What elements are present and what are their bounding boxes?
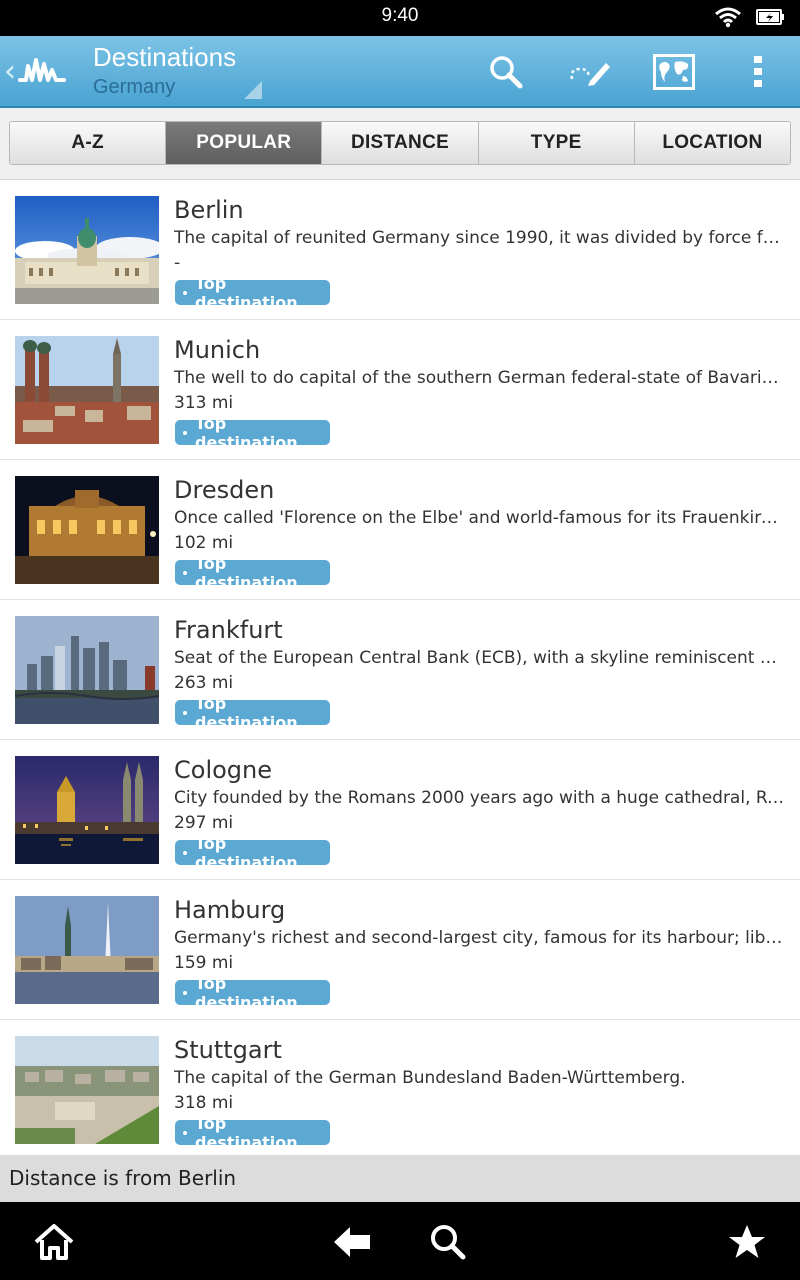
destination-name: Berlin (174, 196, 244, 224)
destination-name: Cologne (174, 756, 273, 784)
destination-name: Hamburg (174, 896, 286, 924)
status-icons (714, 6, 786, 32)
top-destination-badge: Top destination (175, 694, 330, 732)
action-bar: ‹ Destinations Germany (0, 36, 800, 108)
munich-photo (15, 336, 159, 444)
battery-charging-icon (756, 8, 786, 30)
destination-name: Stuttgart (174, 1036, 282, 1064)
top-destination-badge: Top destination (175, 974, 330, 1012)
destination-distance: 159 mi (174, 953, 234, 973)
up-navigation[interactable]: ‹ (4, 48, 74, 96)
destination-list: Berlin The capital of reunited Germany s… (0, 180, 800, 1155)
tab-distance[interactable]: DISTANCE (322, 122, 479, 164)
status-time: 9:40 (381, 5, 419, 26)
dresden-photo (15, 476, 159, 584)
tab-location[interactable]: LOCATION (634, 122, 790, 164)
spinner-indicator-icon (244, 81, 262, 99)
overflow-menu-icon[interactable] (736, 50, 780, 94)
list-item[interactable]: Stuttgart The capital of the German Bund… (0, 1020, 800, 1155)
tab-a-z[interactable]: A-Z (10, 122, 167, 164)
frankfurt-photo (15, 616, 159, 724)
back-arrow-icon[interactable] (330, 1220, 374, 1264)
destination-name: Frankfurt (174, 616, 283, 644)
search-icon[interactable] (484, 50, 528, 94)
list-item[interactable]: Dresden Once called 'Florence on the Elb… (0, 460, 800, 600)
destination-description: The capital of the German Bundesland Bad… (174, 1068, 686, 1088)
search-icon[interactable] (426, 1220, 470, 1264)
stuttgart-photo (15, 1036, 159, 1144)
destination-distance: 318 mi (174, 1093, 234, 1113)
wifi-icon (714, 6, 742, 32)
hamburg-photo (15, 896, 159, 1004)
top-destination-badge: Top destination (175, 274, 330, 312)
top-destination-badge: Top destination (175, 554, 330, 592)
berlin-photo (15, 196, 159, 304)
cologne-photo (15, 756, 159, 864)
home-icon[interactable] (32, 1220, 76, 1264)
destination-description: The capital of reunited Germany since 19… (174, 228, 786, 248)
list-item[interactable]: Berlin The capital of reunited Germany s… (0, 180, 800, 320)
tab-popular[interactable]: POPULAR (166, 122, 323, 164)
favorites-star-icon[interactable] (725, 1220, 769, 1264)
top-destination-badge: Top destination (175, 1114, 330, 1152)
sort-tabs: A-Z POPULAR DISTANCE TYPE LOCATION (9, 121, 791, 165)
destination-description: The well to do capital of the southern G… (174, 368, 786, 388)
sort-tab-strip: A-Z POPULAR DISTANCE TYPE LOCATION (0, 108, 800, 180)
destination-distance: 313 mi (174, 393, 234, 413)
destination-distance: 102 mi (174, 533, 234, 553)
list-item[interactable]: Hamburg Germany's richest and second-lar… (0, 880, 800, 1020)
destination-description: Once called 'Florence on the Elbe' and w… (174, 508, 786, 528)
world-map-icon[interactable] (652, 50, 696, 94)
list-item[interactable]: Cologne City founded by the Romans 2000 … (0, 740, 800, 880)
destination-distance: 297 mi (174, 813, 234, 833)
destination-description: Germany's richest and second-largest cit… (174, 928, 786, 948)
app-logo-icon (18, 52, 66, 92)
tab-type[interactable]: TYPE (478, 122, 635, 164)
list-item[interactable]: Munich The well to do capital of the sou… (0, 320, 800, 460)
route-edit-icon[interactable] (568, 50, 612, 94)
destination-distance: 263 mi (174, 673, 234, 693)
destination-name: Dresden (174, 476, 275, 504)
destination-description: Seat of the European Central Bank (ECB),… (174, 648, 786, 668)
status-bar: 9:40 (0, 0, 800, 36)
back-caret-icon: ‹ (4, 54, 16, 89)
destination-name: Munich (174, 336, 261, 364)
list-item[interactable]: Frankfurt Seat of the European Central B… (0, 600, 800, 740)
page-title: Destinations (93, 42, 237, 72)
destination-description: City founded by the Romans 2000 years ag… (174, 788, 786, 808)
destination-distance: - (174, 253, 181, 273)
distance-reference-note: Distance is from Berlin (0, 1155, 800, 1202)
bottom-navigation (0, 1202, 800, 1280)
top-destination-badge: Top destination (175, 414, 330, 452)
top-destination-badge: Top destination (175, 834, 330, 872)
